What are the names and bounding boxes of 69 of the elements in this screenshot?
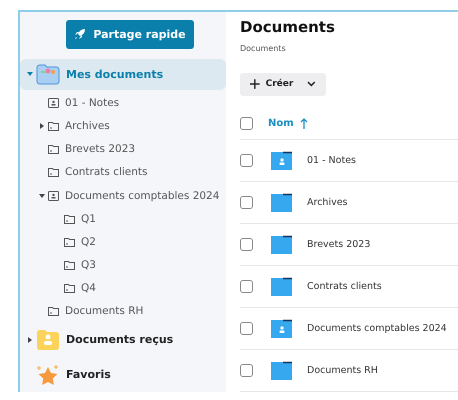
sidebar-item[interactable]: Documents RH [20, 299, 226, 322]
row-checkbox[interactable] [240, 364, 253, 377]
sidebar-item-label: Brevets 2023 [65, 143, 136, 156]
folder-icon [64, 214, 75, 224]
shared-folder-icon [48, 190, 59, 201]
sidebar-item[interactable]: Documents reçus [20, 324, 226, 356]
rocket-icon [74, 28, 86, 40]
sidebar-item[interactable]: Q3 [20, 253, 226, 276]
sidebar-item-label: Documents comptables 2024 [65, 190, 220, 202]
shared-folder-icon [271, 150, 293, 170]
folder-icon [271, 234, 293, 254]
sidebar-item[interactable]: Q4 [20, 276, 226, 300]
sidebar-item[interactable]: Contrats clients [20, 160, 226, 184]
sidebar-item-label: Favoris [66, 368, 111, 382]
folder-name[interactable]: Contrats clients [307, 280, 382, 292]
shared-folder-icon [48, 98, 59, 108]
sidebar-item-label: Mes documents [66, 68, 164, 81]
folder-icon [271, 360, 293, 380]
sidebar-item[interactable]: Brevets 2023 [20, 138, 226, 161]
row-checkbox[interactable] [240, 238, 253, 251]
folder-icon [36, 63, 60, 86]
row-checkbox[interactable] [240, 154, 253, 167]
folder-name[interactable]: Documents comptables 2024 [307, 322, 447, 334]
sidebar-item[interactable]: Mes documents [20, 58, 226, 90]
shared-folder-icon [271, 318, 293, 338]
folder-icon [48, 306, 59, 316]
folder-icon [48, 121, 59, 132]
folder-icon [64, 236, 75, 247]
sidebar-item-label: 01 - Notes [65, 97, 120, 110]
sidebar-item[interactable]: 01 - Notes [20, 92, 226, 115]
folder-icon [271, 192, 293, 212]
folder-icon [64, 282, 75, 293]
sidebar-item-label: Documents RH [65, 304, 144, 317]
folder-icon [48, 144, 59, 154]
sidebar-item-label: Q2 [81, 236, 96, 248]
sidebar-item[interactable]: Documents comptables 2024 [20, 184, 226, 208]
name-column-header[interactable]: Nom [268, 118, 308, 129]
folder-name[interactable]: 01 - Notes [307, 154, 356, 166]
sidebar-item[interactable]: Q1 [20, 207, 226, 230]
caret-icon[interactable] [27, 336, 33, 343]
folder-name[interactable]: Archives [307, 196, 348, 208]
breadcrumb: Documents [240, 44, 287, 53]
chevron-down-icon [307, 81, 316, 88]
shared-folder-icon [36, 328, 60, 351]
sidebar-item-label: Contrats clients [65, 166, 148, 178]
caret-icon[interactable] [39, 192, 45, 199]
plus-icon [250, 79, 260, 90]
sidebar-item[interactable]: Archives [20, 114, 226, 138]
folder-name[interactable]: Documents RH [307, 364, 378, 376]
sidebar-item-label: Archives [65, 120, 110, 132]
sidebar-item[interactable]: Q2 [20, 230, 226, 254]
sidebar-item-label: Documents reçus [66, 333, 174, 346]
row-checkbox[interactable] [240, 280, 253, 293]
folder-icon [48, 167, 59, 178]
row-checkbox[interactable] [240, 196, 253, 209]
sidebar-item-label: Q1 [81, 212, 96, 225]
page-title: Documents [240, 18, 336, 36]
star-icon [36, 364, 60, 386]
select-all-checkbox[interactable] [240, 116, 253, 130]
quick-share-button[interactable]: Partage rapide [66, 20, 194, 49]
folder-name[interactable]: Brevets 2023 [307, 238, 370, 250]
caret-icon[interactable] [39, 123, 45, 130]
create-button[interactable]: Créer [240, 73, 326, 96]
row-checkbox[interactable] [240, 322, 253, 335]
sidebar-item[interactable]: Favoris [20, 359, 226, 390]
sidebar-item-label: Q3 [81, 258, 96, 271]
folder-icon [271, 276, 293, 296]
folder-icon [64, 260, 75, 270]
sidebar-item-label: Q4 [81, 282, 96, 294]
